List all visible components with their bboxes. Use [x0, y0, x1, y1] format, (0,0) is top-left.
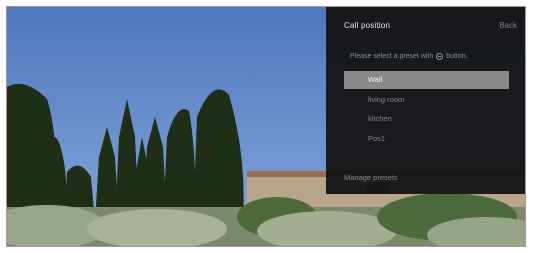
back-button[interactable]: Back: [499, 21, 517, 30]
preset-item-pos1[interactable]: Pos1: [344, 130, 509, 148]
instruction-text-end: button.: [446, 53, 468, 60]
preset-item-living-room[interactable]: living room: [344, 91, 509, 109]
preset-label: living room: [368, 94, 405, 104]
ok-button-icon: [436, 53, 444, 60]
instruction-text: Please select a preset with button.: [350, 53, 468, 60]
call-position-panel: Call position Back Please select a prese…: [326, 7, 525, 194]
panel-header: Call position Back: [326, 7, 525, 43]
panel-title: Call position: [344, 21, 391, 30]
preset-item-kitchen[interactable]: kitchen: [344, 110, 509, 128]
preset-list: Wall living room kitchen Pos1: [344, 71, 509, 149]
instruction-text-start: Please select a preset with: [350, 53, 434, 60]
preset-item-wall[interactable]: Wall: [344, 71, 509, 89]
preset-label: Pos1: [368, 133, 386, 143]
preset-label: kitchen: [368, 114, 392, 123]
camera-view: Call position Back Please select a prese…: [6, 6, 526, 247]
manage-presets-button[interactable]: Manage presets: [344, 173, 398, 182]
preset-label: Wall: [368, 75, 383, 84]
